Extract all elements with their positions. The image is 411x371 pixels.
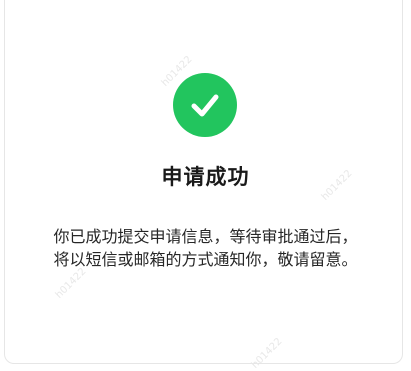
dialog-title: 申请成功 <box>161 165 250 189</box>
dialog-message: 你已成功提交申请信息，等待审批通过后， 将以短信或邮箱的方式通知你，敬请留意。 <box>0 225 411 271</box>
message-line: 将以短信或邮箱的方式通知你，敬请留意。 <box>53 250 358 269</box>
message-line: 你已成功提交申请信息，等待审批通过后， <box>53 227 358 246</box>
checkmark-icon <box>191 94 219 117</box>
check-circle-icon <box>173 73 237 137</box>
